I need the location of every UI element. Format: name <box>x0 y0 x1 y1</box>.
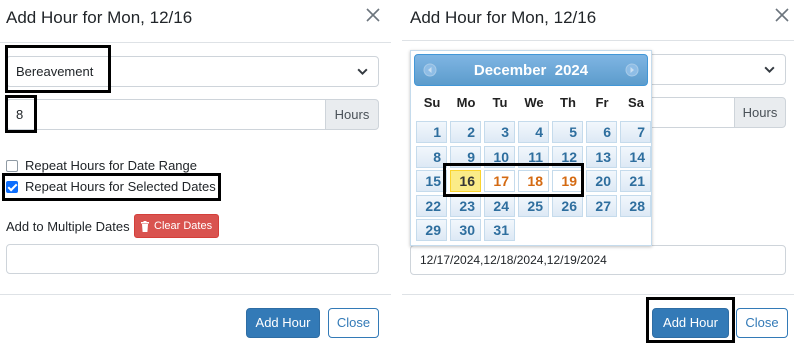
close-icon[interactable] <box>363 5 383 25</box>
hour-type-value: Bereavement <box>16 64 94 79</box>
chevron-down-icon <box>357 68 368 76</box>
hour-type-select[interactable]: Bereavement <box>6 56 379 87</box>
hours-addon: Hours <box>734 97 786 128</box>
next-month-icon[interactable] <box>625 63 639 77</box>
clear-dates-label: Clear Dates <box>154 220 213 232</box>
repeat-selected-option[interactable]: Repeat Hours for Selected Dates <box>6 179 216 194</box>
calendar-year: 2024 <box>554 62 589 79</box>
calendar-day[interactable]: 16 <box>450 170 481 192</box>
weekday-header: Tu <box>492 95 508 110</box>
close-button[interactable]: Close <box>736 308 788 338</box>
datepicker: December 2024 Su Mo Tu We Th Fr Sa 1 2 3 4 5 6 7 8 9 10 1… <box>410 50 652 246</box>
multiple-dates-input[interactable]: 12/17/2024,12/18/2024,12/19/2024 <box>410 245 786 275</box>
calendar-day[interactable]: 10 <box>484 145 515 168</box>
calendar-day[interactable]: 29 <box>416 219 447 241</box>
calendar-day[interactable]: 19 <box>552 170 583 192</box>
calendar-day[interactable]: 14 <box>620 145 651 168</box>
calendar-day[interactable]: 9 <box>450 145 481 168</box>
datepicker-title: December 2024 <box>415 62 647 79</box>
calendar-day[interactable]: 20 <box>586 170 617 192</box>
weekday-header: Fr <box>595 95 609 110</box>
trash-icon <box>141 220 149 232</box>
repeat-range-option[interactable]: Repeat Hours for Date Range <box>6 158 197 173</box>
calendar-day[interactable]: 31 <box>484 219 515 241</box>
weekday-header: Sa <box>628 95 644 110</box>
weekday-header: We <box>524 95 544 110</box>
clear-dates-button[interactable]: Clear Dates <box>134 214 220 238</box>
calendar-day[interactable]: 25 <box>518 194 549 217</box>
multiple-dates-input[interactable] <box>6 244 379 274</box>
weekday-header: Mo <box>456 95 476 110</box>
calendar-day[interactable]: 28 <box>620 194 651 217</box>
calendar-day[interactable]: 27 <box>586 194 617 217</box>
header-divider <box>0 42 391 43</box>
calendar-day[interactable]: 23 <box>450 194 481 217</box>
calendar-day[interactable]: 26 <box>552 194 583 217</box>
add-hour-button[interactable]: Add Hour <box>652 308 729 338</box>
calendar-day[interactable]: 2 <box>450 121 481 143</box>
modal-title: Add Hour for Mon, 12/16 <box>410 8 597 27</box>
footer-divider <box>402 294 794 295</box>
calendar-day[interactable]: 15 <box>416 170 447 192</box>
calendar-day[interactable]: 12 <box>552 145 583 168</box>
calendar-day[interactable]: 4 <box>518 121 549 143</box>
calendar-day[interactable]: 22 <box>416 194 447 217</box>
calendar-day[interactable]: 17 <box>484 170 515 192</box>
modal-title: Add Hour for Mon, 12/16 <box>6 8 193 27</box>
hours-input-group: 8 Hours <box>6 99 379 130</box>
add-hour-modal-left: Add Hour for Mon, 12/16 Bereavement 8 Ho… <box>0 0 391 347</box>
calendar-day[interactable]: 18 <box>518 170 549 192</box>
hours-value: 8 <box>16 107 24 122</box>
hours-input[interactable]: 8 <box>6 99 325 130</box>
hours-addon: Hours <box>325 99 379 130</box>
weekday-header: Th <box>560 95 576 110</box>
repeat-selected-label: Repeat Hours for Selected Dates <box>25 179 216 194</box>
multiple-dates-value: 12/17/2024,12/18/2024,12/19/2024 <box>420 253 607 267</box>
calendar-day[interactable]: 3 <box>484 121 515 143</box>
repeat-selected-checkbox[interactable] <box>6 180 18 193</box>
add-hour-button[interactable]: Add Hour <box>246 308 320 338</box>
calendar-day[interactable]: 21 <box>620 170 651 192</box>
calendar-day[interactable]: 24 <box>484 194 515 217</box>
repeat-range-checkbox[interactable] <box>6 159 18 172</box>
calendar-day[interactable]: 30 <box>450 219 481 241</box>
close-icon[interactable] <box>772 5 792 25</box>
calendar-day[interactable]: 13 <box>586 145 617 168</box>
calendar-day[interactable]: 6 <box>586 121 617 143</box>
repeat-range-label: Repeat Hours for Date Range <box>25 158 197 173</box>
multiple-dates-label: Add to Multiple Dates <box>6 219 130 234</box>
calendar-day[interactable]: 7 <box>620 121 651 143</box>
footer-divider <box>0 294 391 295</box>
calendar-day[interactable]: 5 <box>552 121 583 143</box>
close-button[interactable]: Close <box>328 308 379 338</box>
add-hour-modal-right: Add Hour for Mon, 12/16 Hours 12/17/2024… <box>402 0 798 347</box>
weekday-header: Su <box>423 95 441 110</box>
header-divider <box>402 40 794 41</box>
calendar-month: December <box>473 62 547 79</box>
chevron-down-icon <box>764 66 775 74</box>
calendar-day[interactable]: 8 <box>416 145 447 168</box>
calendar-day[interactable]: 11 <box>518 145 549 168</box>
calendar-day[interactable]: 1 <box>416 121 447 143</box>
datepicker-header: December 2024 <box>414 54 648 86</box>
